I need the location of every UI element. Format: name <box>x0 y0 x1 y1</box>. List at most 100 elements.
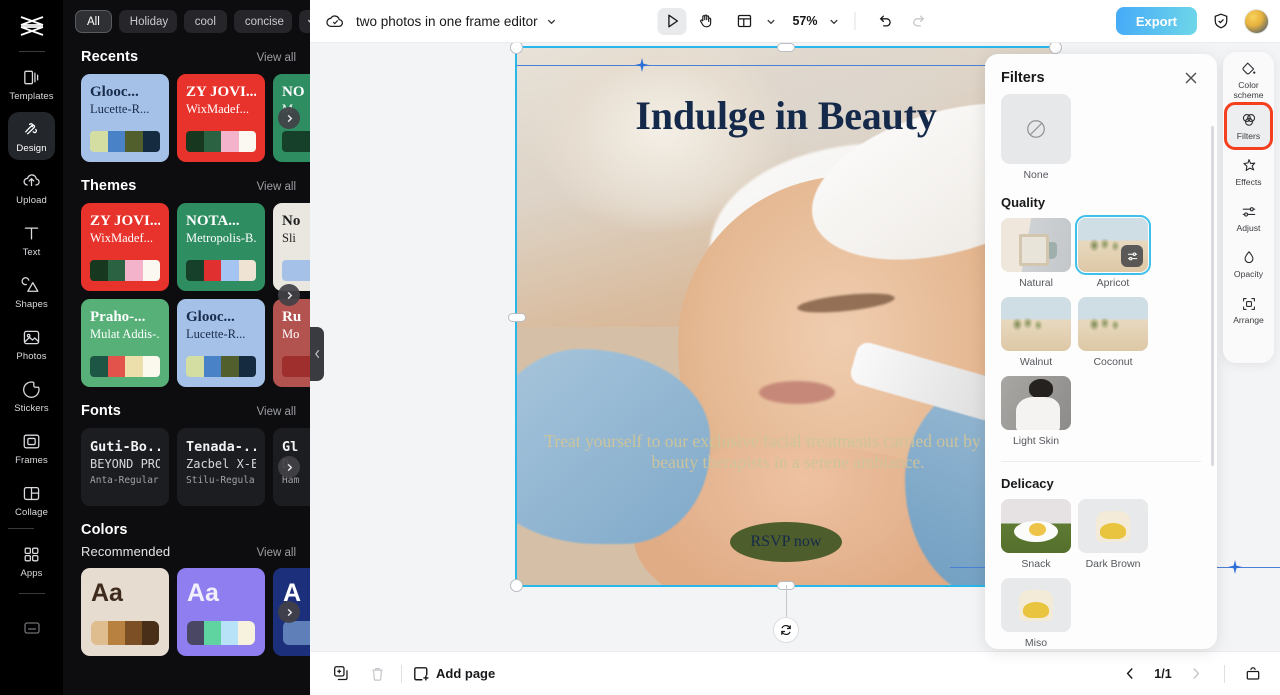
hand-tool-button[interactable] <box>690 8 719 35</box>
filter-chip-all[interactable]: All <box>75 10 112 33</box>
user-avatar[interactable] <box>1244 8 1269 34</box>
sidebar-item-label: Apps <box>20 567 43 579</box>
layout-chevron-down-icon[interactable] <box>765 16 776 27</box>
filter-chip-concise[interactable]: concise <box>233 10 292 33</box>
template-card[interactable]: Ru Mo <box>273 299 310 387</box>
view-all-colors[interactable]: View all <box>257 547 296 559</box>
artboard[interactable]: Indulge in Beauty Treat yourself to our … <box>515 46 1057 587</box>
filter-item-light-skin[interactable]: Light Skin <box>1001 376 1071 447</box>
design-body-text[interactable]: Treat yourself to our exclusive facial t… <box>537 431 1039 473</box>
select-tool-button[interactable] <box>657 7 687 35</box>
property-tab-effects[interactable]: Effects <box>1226 150 1271 194</box>
sidebar-item-frames[interactable]: Frames <box>8 424 55 472</box>
filter-preview-art <box>1001 297 1071 351</box>
sidebar-item-shapes[interactable]: Shapes <box>8 268 55 316</box>
sidebar-item-stickers[interactable]: Stickers <box>8 372 55 420</box>
filter-item-coconut[interactable]: Coconut <box>1078 297 1148 368</box>
color-card-sample: Aa <box>91 579 123 607</box>
filter-none-thumb[interactable] <box>1001 94 1071 164</box>
delete-page-button[interactable] <box>364 661 390 687</box>
filter-item-miso[interactable]: Miso <box>1001 578 1071 649</box>
filter-item-walnut[interactable]: Walnut <box>1001 297 1071 368</box>
filter-thumbnail <box>1001 297 1071 351</box>
section-title: Fonts <box>81 403 121 419</box>
sliders-icon[interactable] <box>1121 245 1143 267</box>
sidebar-item-more[interactable] <box>8 604 55 652</box>
filters-group-divider <box>1001 461 1201 462</box>
color-palette-card[interactable]: Aa <box>81 568 169 656</box>
filters-scroll-area[interactable]: None Quality Natural Apricot Walnut Coconut L… <box>985 94 1217 649</box>
design-headline[interactable]: Indulge in Beauty <box>515 92 1057 139</box>
panel-collapse-handle[interactable] <box>310 327 324 381</box>
sidebar-item-upload[interactable]: Upload <box>8 164 55 212</box>
property-tab-opacity[interactable]: Opacity <box>1226 242 1271 286</box>
template-card-subtitle: Mulat Addis-... <box>90 327 160 341</box>
recents-next-button[interactable] <box>278 107 300 129</box>
sidebar-item-collage[interactable]: Collage <box>8 476 55 524</box>
rotate-handle[interactable] <box>773 617 799 643</box>
filter-chip-holiday[interactable]: Holiday <box>118 10 177 33</box>
sidebar-item-design[interactable]: Design <box>8 112 55 160</box>
filters-scrollbar[interactable] <box>1211 126 1214 466</box>
capcut-logo-icon[interactable] <box>15 13 49 39</box>
design-cta-button[interactable]: RSVP now <box>730 522 842 562</box>
layout-tool-button[interactable] <box>729 8 758 35</box>
property-tab-adjust[interactable]: Adjust <box>1226 196 1271 240</box>
filter-item-apricot[interactable]: Apricot <box>1075 215 1151 289</box>
stickers-icon <box>21 379 42 400</box>
redo-button[interactable] <box>904 8 933 35</box>
view-all-fonts[interactable]: View all <box>257 406 296 418</box>
section-header-themes: Themes View all <box>63 162 310 203</box>
duplicate-page-button[interactable] <box>328 661 354 687</box>
fonts-next-button[interactable] <box>278 456 300 478</box>
color-palette-card[interactable]: Aa <box>177 568 265 656</box>
undo-button[interactable] <box>871 8 900 35</box>
chips-expand-button[interactable] <box>298 10 310 33</box>
sidebar-item-photos[interactable]: Photos <box>8 320 55 368</box>
document-title-chevron-down-icon[interactable] <box>546 16 557 27</box>
sidebar-item-apps[interactable]: Apps <box>8 537 55 585</box>
filter-thumbnail <box>1075 215 1151 275</box>
next-page-button[interactable] <box>1183 661 1209 687</box>
prev-page-button[interactable] <box>1117 661 1143 687</box>
filter-item-natural[interactable]: Natural <box>1001 218 1071 289</box>
template-card[interactable]: Glooc... Lucette-R... <box>81 74 169 162</box>
add-page-button[interactable]: Add page <box>413 666 495 682</box>
font-card[interactable]: Tenada-... Zacbel X-E... Stilu-Regular <box>177 428 265 506</box>
filter-preview-art <box>1001 578 1071 632</box>
template-card[interactable]: Praho-... Mulat Addis-... <box>81 299 169 387</box>
zoom-level-label[interactable]: 57% <box>792 14 817 28</box>
view-all-recents[interactable]: View all <box>257 52 296 64</box>
filter-item-dark-brown[interactable]: Dark Brown <box>1078 499 1148 570</box>
filter-chip-cool[interactable]: cool <box>183 10 227 33</box>
font-card[interactable]: Guti-Bo... BEYOND PRO... Anta-Regular <box>81 428 169 506</box>
view-all-themes[interactable]: View all <box>257 181 296 193</box>
property-tab-label: Color scheme <box>1233 80 1264 100</box>
sidebar-item-templates[interactable]: Templates <box>8 60 55 108</box>
property-tab-arrange[interactable]: Arrange <box>1226 288 1271 332</box>
template-card[interactable]: ZY JOVI... WixMadef... <box>177 74 265 162</box>
filter-item-snack[interactable]: Snack <box>1001 499 1071 570</box>
themes-next-button[interactable] <box>278 284 300 306</box>
property-tab-filters[interactable]: Filters <box>1224 102 1273 150</box>
bottom-divider-2 <box>1224 664 1225 683</box>
close-icon[interactable] <box>1181 68 1201 88</box>
template-card[interactable]: ZY JOVI... WixMadef... <box>81 203 169 291</box>
zoom-chevron-down-icon[interactable] <box>829 16 840 27</box>
filters-group-grid: Snack Dark Brown Miso <box>1001 499 1201 649</box>
font-card-line1: Gl <box>282 439 299 455</box>
template-card[interactable]: Glooc... Lucette-R... <box>177 299 265 387</box>
shield-check-icon[interactable] <box>1206 8 1235 35</box>
notes-button[interactable] <box>1240 661 1266 687</box>
export-button[interactable]: Export <box>1115 7 1197 35</box>
sidebar-item-text[interactable]: Text <box>8 216 55 264</box>
property-tab-color-scheme[interactable]: Color scheme <box>1226 58 1271 102</box>
document-title[interactable]: two photos in one frame editor <box>356 14 538 29</box>
top-right-actions: Export <box>1115 7 1269 35</box>
subsection-title: Recommended <box>81 544 171 559</box>
template-card[interactable]: NOTA... Metropolis-B... <box>177 203 265 291</box>
template-card[interactable]: No Sli <box>273 203 310 291</box>
cloud-saved-icon[interactable] <box>324 10 346 32</box>
colors-next-button[interactable] <box>278 601 300 623</box>
property-tab-label: Adjust <box>1236 223 1261 233</box>
